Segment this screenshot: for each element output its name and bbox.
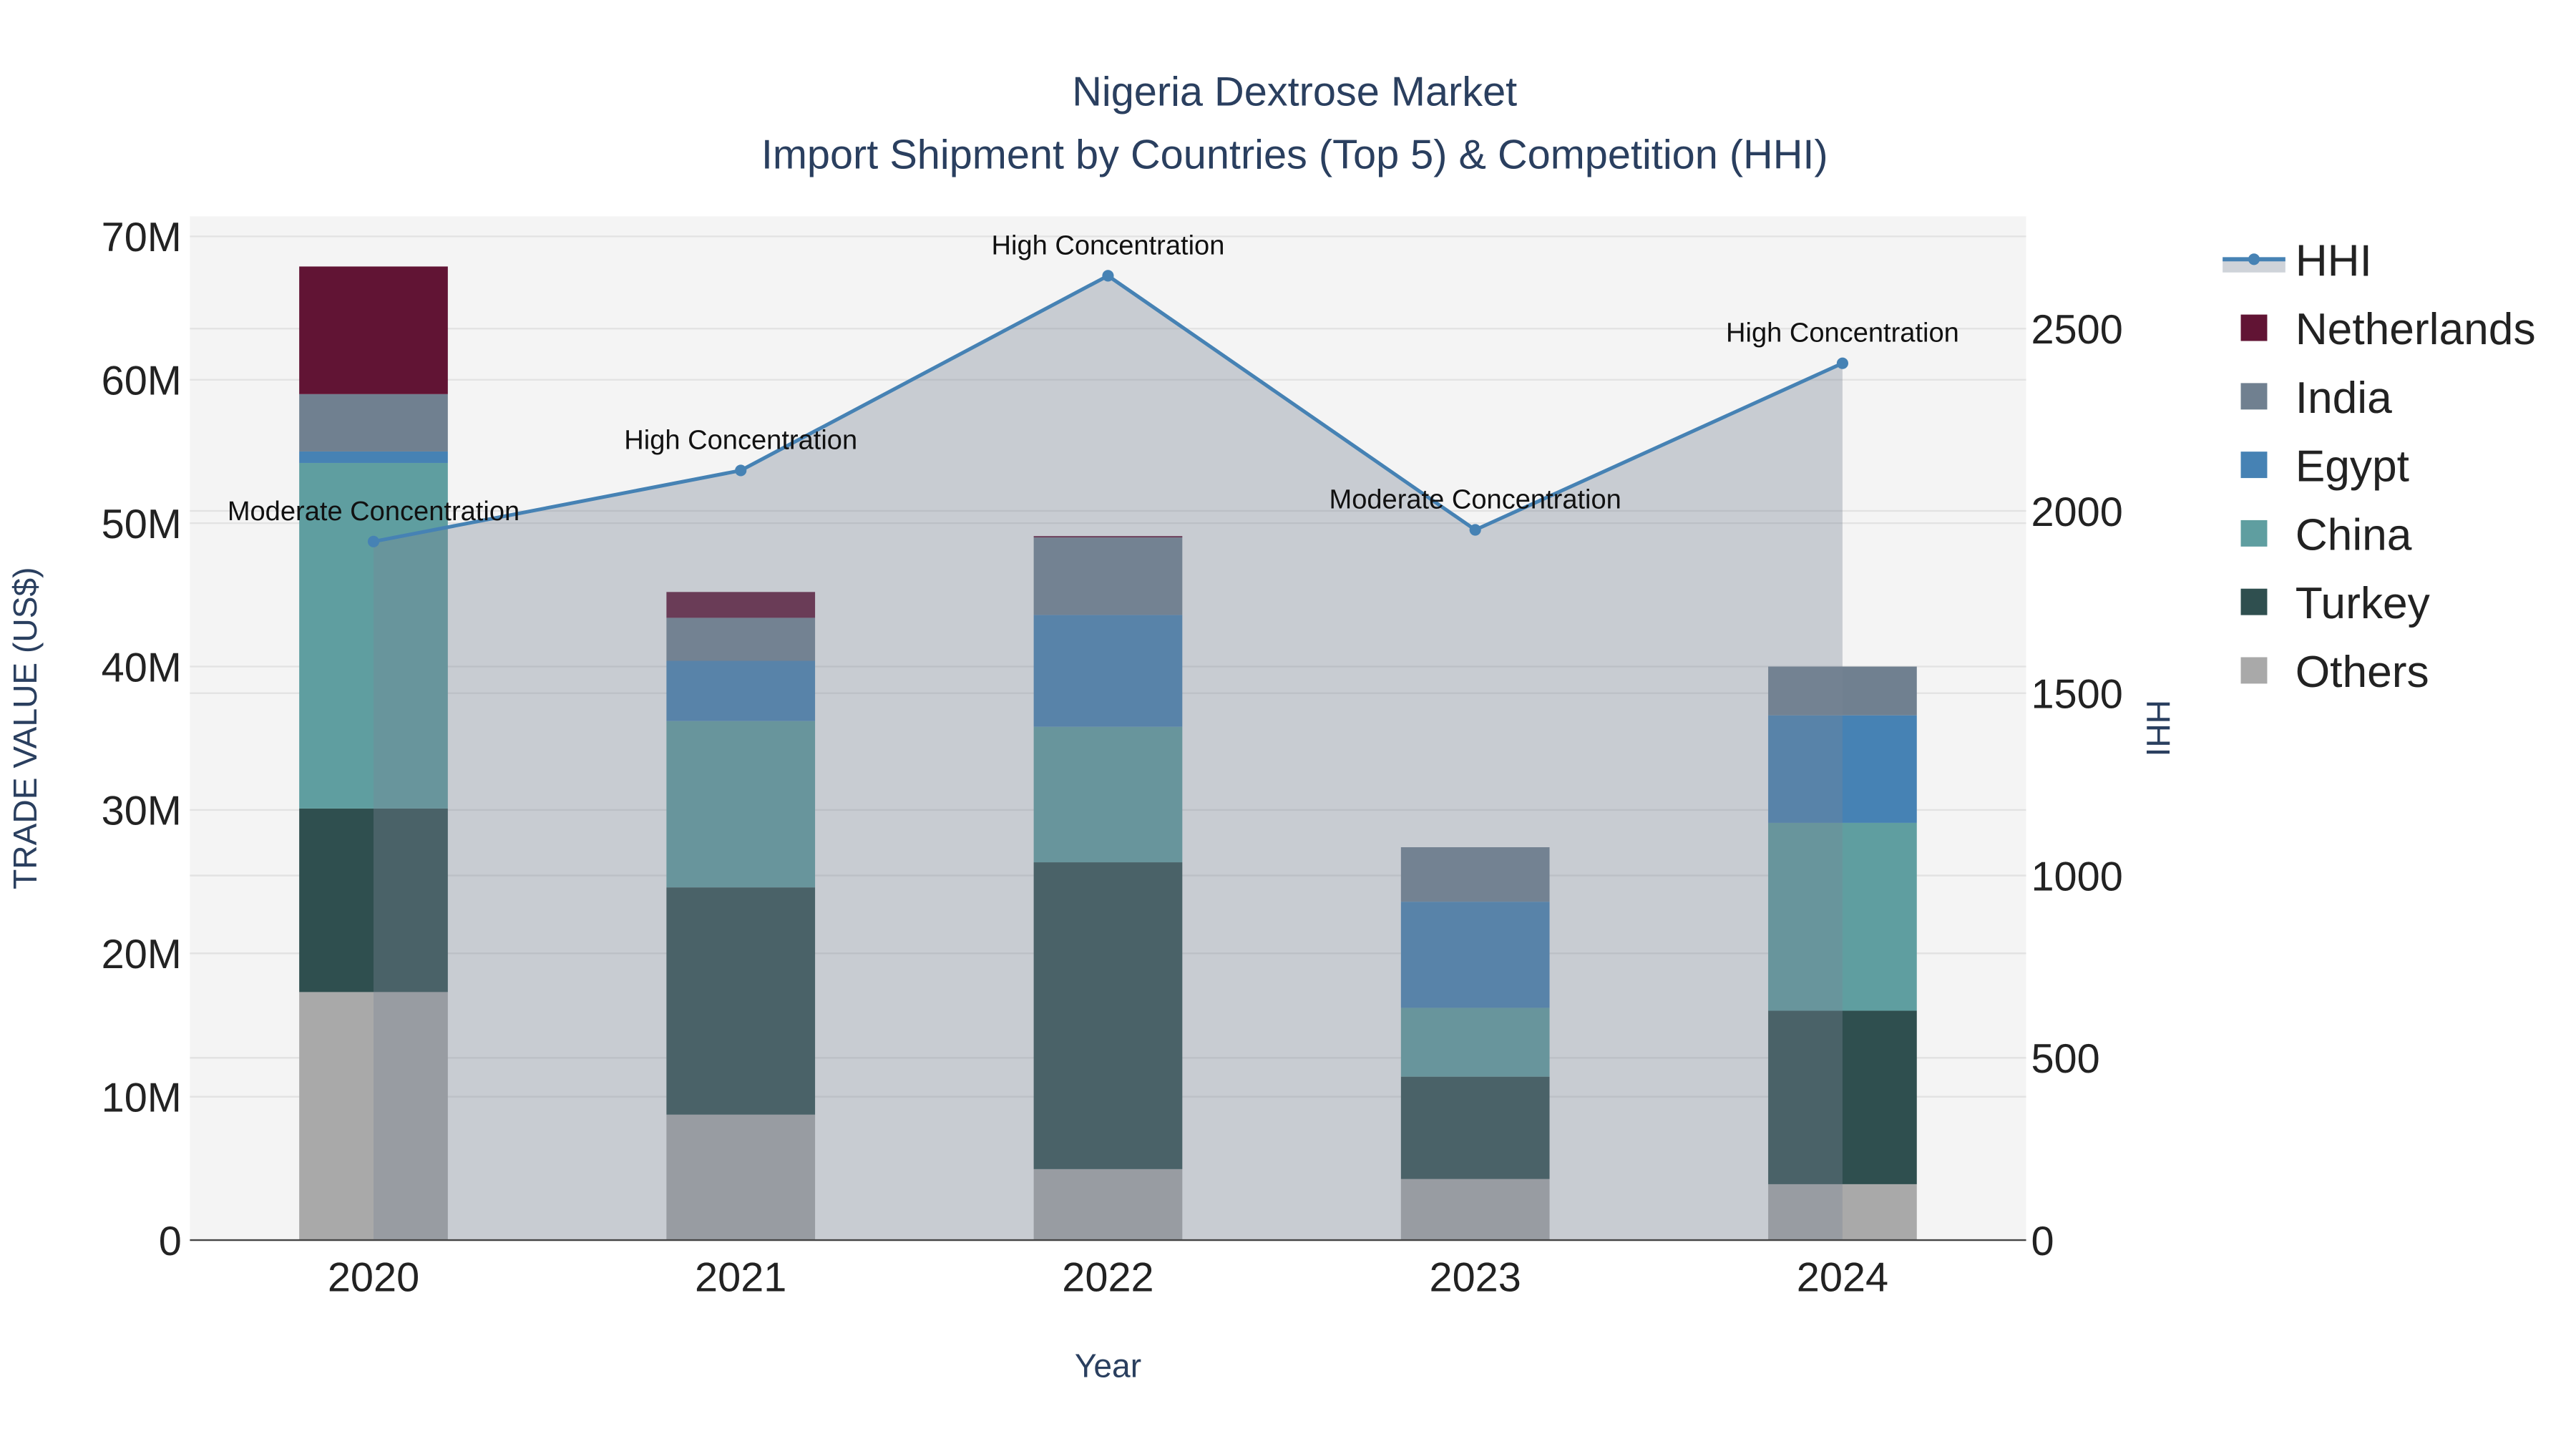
hhi-point[interactable] bbox=[367, 535, 380, 547]
legend-item-netherlands[interactable]: Netherlands bbox=[2296, 305, 2536, 354]
hhi-annotation: Moderate Concentration bbox=[1330, 485, 1621, 515]
legend-item-india[interactable]: India bbox=[2296, 374, 2392, 423]
hhi-annotation: Moderate Concentration bbox=[228, 497, 519, 527]
y2-tick-label: 1000 bbox=[2031, 854, 2122, 899]
legend-item-hhi[interactable]: HHI bbox=[2296, 236, 2372, 286]
bar-egypt-2020[interactable] bbox=[299, 451, 448, 463]
y-tick-label: 50M bbox=[102, 502, 182, 547]
hhi-annotation: High Concentration bbox=[624, 425, 857, 455]
x-tick-label: 2022 bbox=[1062, 1255, 1153, 1301]
x-axis-label: Year bbox=[1075, 1347, 1141, 1385]
y2-tick-label: 500 bbox=[2031, 1036, 2099, 1082]
y2-axis-label: HHI bbox=[2140, 700, 2177, 756]
hhi-annotation: High Concentration bbox=[992, 230, 1225, 260]
y-tick-label: 60M bbox=[102, 358, 182, 404]
legend-swatch-others bbox=[2240, 657, 2268, 684]
y-tick-label: 0 bbox=[159, 1219, 182, 1264]
x-tick-label: 2024 bbox=[1797, 1255, 1888, 1301]
bar-india-2020[interactable] bbox=[299, 394, 448, 452]
legend-item-turkey[interactable]: Turkey bbox=[2296, 579, 2431, 628]
y2-tick-label: 0 bbox=[2031, 1219, 2054, 1264]
y2-tick-label: 1500 bbox=[2031, 672, 2122, 718]
legend-swatch-netherlands bbox=[2240, 314, 2268, 341]
y-axis-label: TRADE VALUE (US$) bbox=[6, 567, 44, 889]
legend-item-china[interactable]: China bbox=[2296, 510, 2412, 560]
chart: Nigeria Dextrose Market Import Shipment … bbox=[6, 69, 2536, 1385]
y2-tick-label: 2500 bbox=[2031, 307, 2122, 353]
y-tick-label: 20M bbox=[102, 932, 182, 977]
hhi-point[interactable] bbox=[1836, 357, 1848, 369]
x-tick-label: 2023 bbox=[1430, 1255, 1521, 1301]
legend-swatch-india bbox=[2240, 383, 2268, 410]
legend-swatch-egypt bbox=[2240, 452, 2268, 479]
legend-hhi-marker bbox=[2248, 253, 2260, 265]
bar-netherlands-2020[interactable] bbox=[299, 266, 448, 394]
hhi-point[interactable] bbox=[1102, 270, 1114, 282]
hhi-point[interactable] bbox=[1469, 524, 1481, 536]
hhi-point[interactable] bbox=[735, 464, 747, 477]
legend-swatch-turkey bbox=[2240, 588, 2268, 615]
y-tick-label: 10M bbox=[102, 1075, 182, 1121]
x-tick-label: 2021 bbox=[695, 1255, 786, 1301]
chart-title: Nigeria Dextrose Market bbox=[1072, 69, 1517, 115]
legend-item-others[interactable]: Others bbox=[2296, 648, 2429, 697]
chart-subtitle: Import Shipment by Countries (Top 5) & C… bbox=[761, 132, 1828, 177]
y2-tick-label: 2000 bbox=[2031, 489, 2122, 535]
legend-item-egypt[interactable]: Egypt bbox=[2296, 442, 2409, 492]
hhi-annotation: High Concentration bbox=[1726, 318, 1959, 348]
y-tick-label: 70M bbox=[102, 215, 182, 260]
y-tick-label: 40M bbox=[102, 645, 182, 691]
x-tick-label: 2020 bbox=[328, 1255, 419, 1301]
y-tick-label: 30M bbox=[102, 789, 182, 834]
legend-swatch-china bbox=[2240, 519, 2268, 547]
